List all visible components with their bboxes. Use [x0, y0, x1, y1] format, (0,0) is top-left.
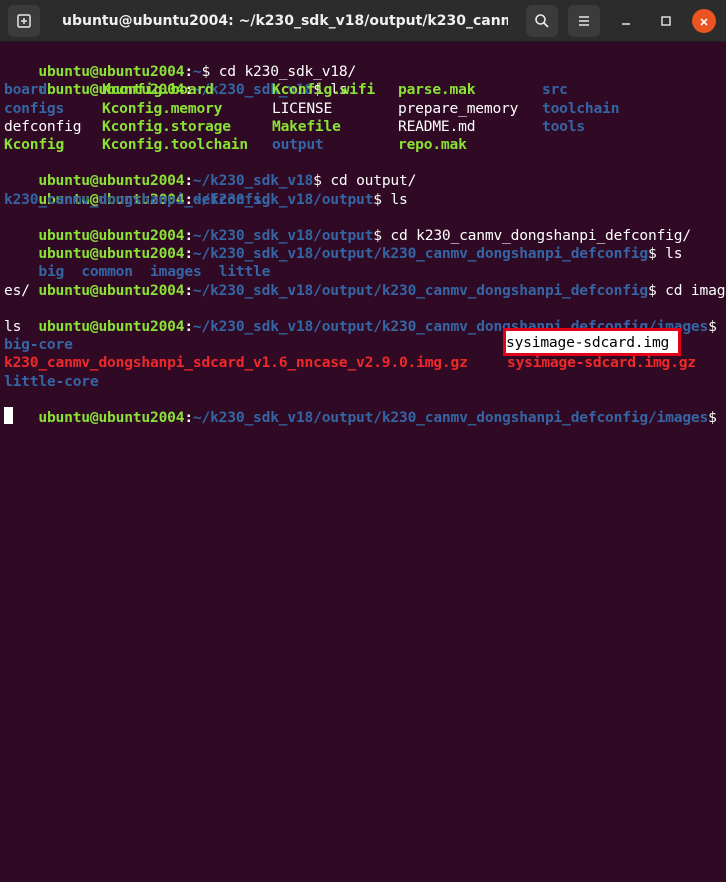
terminal-line: ubuntu@ubuntu2004:~/k230_sdk_v18/output/…	[4, 300, 717, 335]
prompt-user: ubuntu@ubuntu2004	[38, 409, 185, 426]
new-tab-button[interactable]	[8, 5, 40, 37]
ls-output-row: board Kconfig.board Kconfig.wifi parse.m…	[4, 81, 726, 99]
terminal-output[interactable]: ubuntu@ubuntu2004:~$ cd k230_sdk_v18/ ub…	[4, 45, 726, 474]
maximize-button[interactable]	[654, 9, 678, 33]
search-button[interactable]	[526, 5, 558, 37]
ls-entry: Kconfig.wifi	[272, 81, 376, 99]
ls-entry: README.md	[398, 117, 476, 135]
ls-output-row: configs Kconfig.memory LICENSE prepare_m…	[4, 100, 726, 118]
ls-entry: Kconfig.board	[102, 81, 214, 99]
terminal-line: ubuntu@ubuntu2004:~/k230_sdk_v18$ cd out…	[4, 154, 416, 189]
ls-output-row: k230_canmv_dongshanpi_sdcard_v1.6_nncase…	[4, 354, 726, 372]
ls-entry: defconfig	[4, 117, 82, 135]
hamburger-menu-icon	[576, 13, 592, 29]
command-text: $ ls	[373, 190, 408, 208]
title-bar: ubuntu@ubuntu2004: ~/k230_sdk_v18/output…	[0, 0, 726, 42]
ls-entry: prepare_memory	[398, 99, 519, 117]
ls-entry: Kconfig.storage	[102, 117, 231, 135]
prompt-user: ubuntu@ubuntu2004	[38, 281, 185, 299]
ls-entry: little-core	[4, 372, 99, 390]
ls-entry: k230_canmv_dongshanpi_defconfig	[4, 190, 271, 208]
ls-output-row: defconfig Kconfig.storage Makefile READM…	[4, 118, 726, 136]
terminal-line: ubuntu@ubuntu2004:~/k230_sdk_v18/output$…	[4, 172, 407, 208]
ls-entry: Kconfig.toolchain	[102, 136, 248, 153]
ls-entry: src	[542, 81, 568, 99]
prompt-colon: :	[184, 318, 193, 335]
ls-entry: k230_canmv_dongshanpi_sdcard_v1.6_nncase…	[4, 354, 468, 372]
command-text: $	[708, 318, 717, 335]
ls-entry: LICENSE	[272, 99, 333, 117]
terminal-line: ubuntu@ubuntu2004:~/k230_sdk_v18/output/…	[4, 391, 717, 426]
window-title: ubuntu@ubuntu2004: ~/k230_sdk_v18/output…	[62, 13, 508, 29]
command-text: $	[708, 409, 717, 426]
prompt-path: ~/k230_sdk_v18/output/k230_canmv_dongsha…	[192, 409, 709, 426]
ls-entry: toolchain	[542, 99, 620, 117]
ls-entry: configs	[4, 99, 65, 117]
ls-entry: tools	[542, 117, 585, 135]
ls-entry: Kconfig	[4, 136, 65, 153]
terminal-cursor	[4, 407, 13, 424]
terminal-line: ubuntu@ubuntu2004:~/k230_sdk_v18/output/…	[4, 227, 682, 262]
prompt-colon: :	[184, 409, 193, 426]
menu-button[interactable]	[568, 5, 600, 37]
close-icon	[699, 12, 709, 31]
terminal-line: ubuntu@ubuntu2004:~$ cd k230_sdk_v18/	[4, 45, 356, 80]
command-wrap-text: ls	[4, 318, 22, 335]
ls-entry: sysimage-sdcard.img.gz	[507, 354, 696, 372]
ls-output-row: big common images little	[4, 245, 270, 280]
maximize-icon	[660, 12, 672, 31]
terminal-line: ubuntu@ubuntu2004:~/k230_sdk_v18/output/…	[4, 263, 725, 299]
highlighted-filename: sysimage-sdcard.img	[506, 334, 670, 351]
search-icon	[534, 13, 550, 29]
new-tab-icon	[16, 13, 32, 29]
terminal-line: ubuntu@ubuntu2004:~/k230_sdk_v18/output$…	[4, 209, 691, 244]
prompt-user: ubuntu@ubuntu2004	[38, 318, 185, 335]
command-text: $ cd imag	[648, 281, 726, 299]
ls-entry: big-core	[4, 336, 73, 354]
prompt-path: ~/k230_sdk_v18/output/k230_canmv_dongsha…	[192, 281, 648, 299]
command-wrap-text: es/	[4, 281, 30, 299]
ls-entry: Makefile	[272, 117, 341, 135]
ls-entry: parse.mak	[398, 81, 476, 99]
ls-entry: board	[4, 81, 47, 99]
command-text: $ ls	[648, 245, 683, 263]
ls-output-row: Kconfig Kconfig.toolchain output repo.ma…	[4, 136, 726, 154]
ls-entry: Kconfig.memory	[102, 99, 223, 117]
ls-entry: output	[272, 136, 324, 153]
ls-entry: repo.mak	[398, 136, 467, 153]
minimize-button[interactable]	[614, 9, 638, 33]
terminal-line: ubuntu@ubuntu2004:~/k230_sdk_v18$ ls	[4, 63, 347, 98]
minimize-icon	[620, 12, 632, 31]
close-button[interactable]	[692, 9, 716, 33]
prompt-colon: :	[184, 281, 193, 299]
